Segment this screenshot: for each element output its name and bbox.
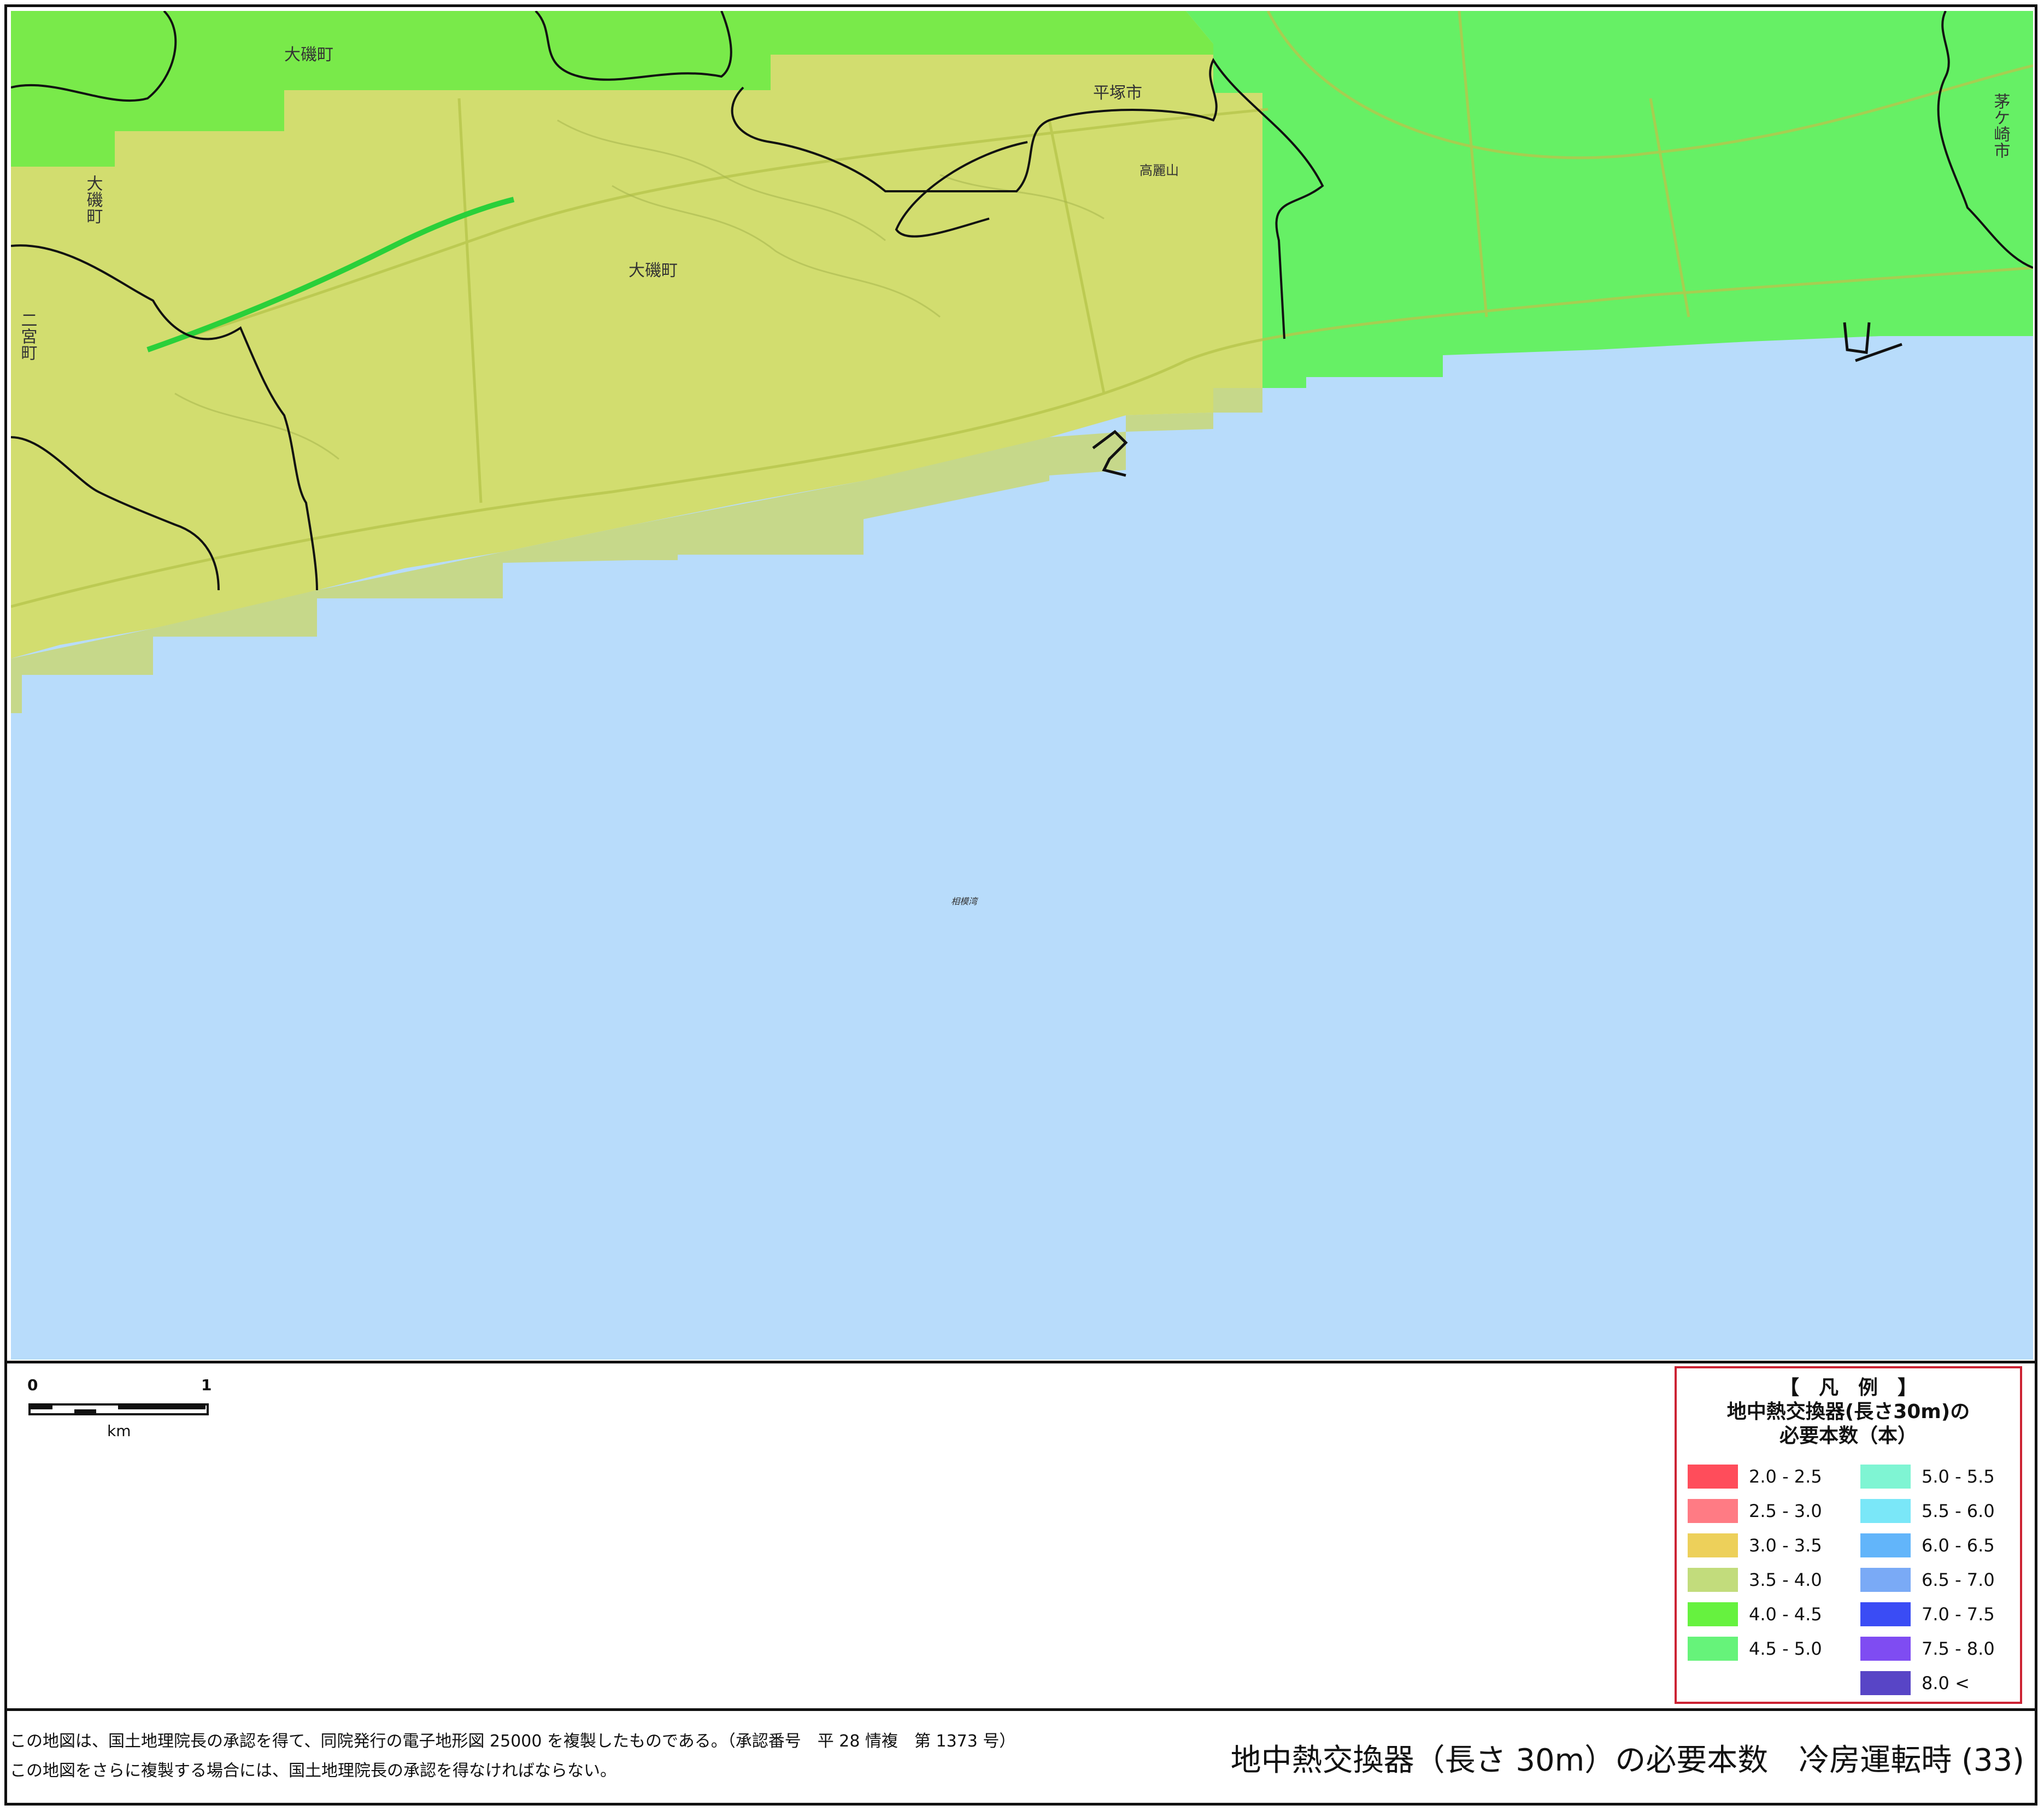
legend-left-column: 2.0 - 2.5 2.5 - 3.0 3.0 - 3.5 3.5 - 4.0 4.0 … (1688, 1459, 1822, 1666)
legend-range-label: 7.0 - 7.5 (1922, 1603, 1995, 1625)
label-ninomiya: 二宮町 (18, 311, 37, 361)
legend-item: 7.0 - 7.5 (1860, 1597, 1995, 1631)
legend-range-label: 2.0 - 2.5 (1749, 1466, 1822, 1487)
scale-start-label: 0 (27, 1376, 38, 1394)
legend-item: 5.0 - 5.5 (1860, 1459, 1995, 1494)
legend-swatch (1688, 1636, 1738, 1661)
scale-bar-graphic (28, 1403, 209, 1415)
label-oiso-center: 大磯町 (629, 261, 678, 280)
legend-bracket-title: 【 凡 例 】 (1779, 1377, 1917, 1399)
legend-range-label: 3.0 - 3.5 (1749, 1534, 1822, 1556)
sheet-title: 地中熱交換器（長さ 30m）の必要本数 冷房運転時 (33) (1230, 1743, 2024, 1778)
legend-range-label: 2.5 - 3.0 (1749, 1500, 1822, 1521)
legend-range-label: 4.0 - 4.5 (1749, 1603, 1822, 1625)
legend-title-line2: 必要本数（本） (1779, 1425, 1917, 1447)
legend-item: 4.0 - 4.5 (1688, 1597, 1822, 1631)
label-sagami-bay: 相模湾 (951, 896, 979, 907)
label-koma-yama: 高麗山 (1140, 163, 1179, 178)
svg-text:二宮町: 二宮町 (18, 311, 37, 361)
label-hiratsuka: 平塚市 (1093, 84, 1142, 103)
legend-swatch (1860, 1602, 1911, 1626)
legend-item: 2.5 - 3.0 (1688, 1494, 1822, 1528)
legend-swatch (1860, 1533, 1911, 1557)
legend-swatch (1860, 1567, 1911, 1592)
label-oiso-west: 大磯町 (84, 175, 103, 224)
legend-item: 6.0 - 6.5 (1860, 1528, 1995, 1562)
legend-range-label: 4.5 - 5.0 (1749, 1638, 1822, 1659)
legend-item: 6.5 - 7.0 (1860, 1562, 1995, 1597)
legend-range-label: 8.0 < (1922, 1672, 1970, 1694)
map-bottom-rule (4, 1361, 2037, 1363)
copyright-note-2: この地図をさらに複製する場合には、国土地理院長の承認を得なければならない。 (10, 1761, 616, 1780)
scale-unit-label: km (107, 1422, 131, 1440)
footer-rule (4, 1708, 2037, 1711)
legend-range-label: 6.0 - 6.5 (1922, 1534, 1995, 1556)
copyright-notes: この地図は、国土地理院長の承認を得て、同院発行の電子地形図 25000 を複製し… (10, 1727, 1015, 1786)
svg-text:大磯町: 大磯町 (84, 175, 103, 224)
legend-swatch (1860, 1671, 1911, 1695)
legend-swatch (1860, 1636, 1911, 1661)
svg-text:茅ケ崎市: 茅ケ崎市 (1991, 93, 2010, 158)
legend-item: 5.5 - 6.0 (1860, 1494, 1995, 1528)
copyright-note-1: この地図は、国土地理院長の承認を得て、同院発行の電子地形図 25000 を複製し… (10, 1732, 1016, 1751)
map-sheet: 大磯町 大磯町 平塚市 茅ケ崎市 大磯町 二宮町 高麗山 相模湾 0 1 km (0, 0, 2044, 1811)
legend-panel: 【 凡 例 】 地中熱交換器(長さ30m)の 必要本数（本） 2.0 - 2.5… (1675, 1366, 2022, 1704)
legend-item: 8.0 < (1860, 1666, 1995, 1700)
legend-swatch (1688, 1602, 1738, 1626)
label-chigasaki: 茅ケ崎市 (1991, 93, 2010, 158)
map-area[interactable]: 大磯町 大磯町 平塚市 茅ケ崎市 大磯町 二宮町 高麗山 相模湾 (11, 11, 2033, 1360)
legend-item: 3.5 - 4.0 (1688, 1562, 1822, 1597)
legend-swatch (1688, 1498, 1738, 1523)
legend-right-column: 5.0 - 5.5 5.5 - 6.0 6.0 - 6.5 6.5 - 7.0 7.0 … (1860, 1459, 1995, 1700)
legend-swatch (1688, 1533, 1738, 1557)
legend-title-line1: 地中熱交換器(長さ30m)の (1726, 1401, 1970, 1423)
legend-item: 7.5 - 8.0 (1860, 1631, 1995, 1666)
legend-item: 2.0 - 2.5 (1688, 1459, 1822, 1494)
legend-range-label: 3.5 - 4.0 (1749, 1569, 1822, 1590)
legend-swatch (1860, 1464, 1911, 1489)
scale-bar: 0 1 km (27, 1376, 213, 1442)
legend-swatch (1688, 1567, 1738, 1592)
legend-range-label: 6.5 - 7.0 (1922, 1569, 1995, 1590)
legend-range-label: 5.5 - 6.0 (1922, 1500, 1995, 1521)
scale-end-label: 1 (201, 1376, 212, 1394)
legend-range-label: 5.0 - 5.5 (1922, 1466, 1995, 1487)
legend-swatch (1688, 1464, 1738, 1489)
legend-swatch (1860, 1498, 1911, 1523)
legend-range-label: 7.5 - 8.0 (1922, 1638, 1995, 1659)
legend-item: 4.5 - 5.0 (1688, 1631, 1822, 1666)
label-oiso-north: 大磯町 (284, 45, 333, 64)
legend-item: 3.0 - 3.5 (1688, 1528, 1822, 1562)
